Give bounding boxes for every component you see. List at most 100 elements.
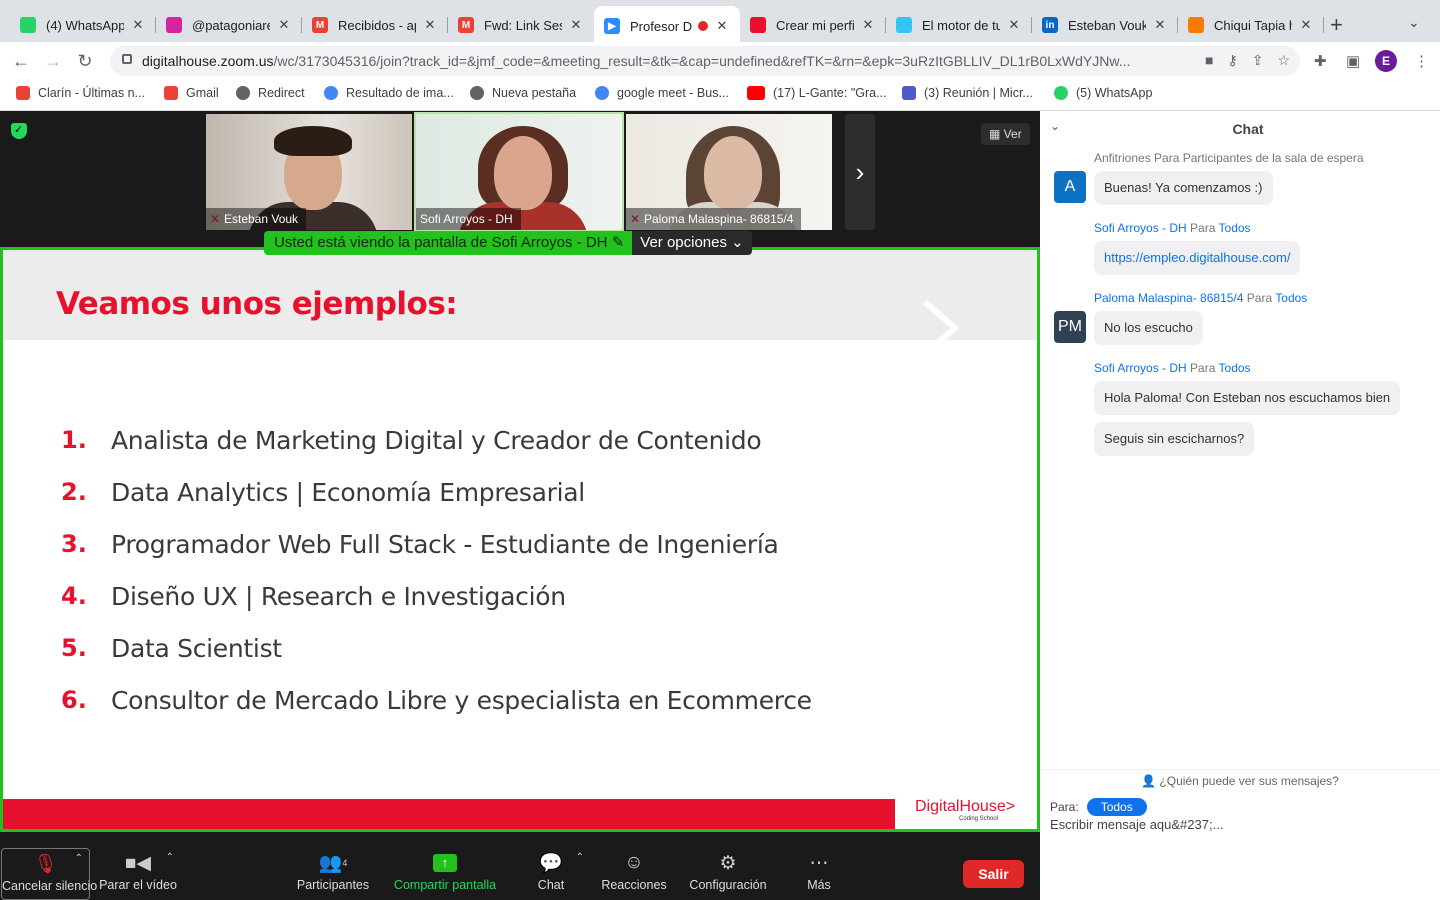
bookmark-label: (17) L-Gante: "Gra... [773, 86, 887, 100]
participant-name: Paloma Malaspina- 86815/4 [626, 208, 802, 230]
instagram-icon [166, 17, 182, 33]
settings-button[interactable]: ⚙ Configuración [684, 848, 772, 900]
who-sees-label: ¿Quién puede ver sus mensajes? [1159, 774, 1339, 788]
tab-chiqui[interactable]: Chiqui Tapia h ✕ [1178, 8, 1324, 42]
google-icon [324, 86, 338, 100]
bookmark-whatsapp[interactable]: (5) WhatsApp [1054, 86, 1152, 100]
close-icon[interactable]: ✕ [860, 17, 876, 33]
more-button[interactable]: ⋯ Más [798, 848, 840, 900]
participants-icon: 👥 4 [318, 853, 348, 874]
close-icon[interactable]: ✕ [714, 18, 730, 34]
message-to-word: Para [1246, 291, 1273, 305]
item-text: Programador Web Full Stack - Estudiante … [111, 529, 779, 559]
close-icon[interactable]: ✕ [422, 17, 438, 33]
bookmark-star-icon[interactable]: ☆ [1277, 52, 1290, 69]
back-icon[interactable]: ← [8, 48, 34, 74]
view-label: Ver [1003, 127, 1022, 141]
caret-up-icon[interactable]: ⌃ [166, 852, 174, 863]
close-icon[interactable]: ✕ [1298, 17, 1314, 33]
menu-icon[interactable]: ⋮ [1414, 52, 1429, 70]
stop-video-button[interactable]: ■◀ Parar el vídeo ⌃ [98, 848, 178, 900]
tab-linkedin[interactable]: in Esteban Vouk ✕ [1032, 8, 1178, 42]
share-banner-text: Usted está viendo la pantalla de Sofi Ar… [264, 231, 633, 255]
bookmark-gmail[interactable]: Gmail [164, 86, 219, 100]
message-sender[interactable]: Sofi Arroyos - DH [1094, 221, 1187, 235]
bookmark-youtube[interactable]: (17) L-Gante: "Gra... [747, 86, 887, 100]
chat-message-link[interactable]: https://empleo.digitalhouse.com/ [1094, 241, 1301, 275]
chat-button[interactable]: 💬 Chat ⌃ [528, 848, 584, 900]
bookmark-label: (3) Reunión | Micr... [924, 86, 1033, 100]
leave-button[interactable]: Salir [963, 860, 1024, 888]
bookmark-clarin[interactable]: Clarín - Últimas n... [16, 86, 145, 100]
tab-zoom-active[interactable]: ▶ Profesor D ✕ [594, 6, 740, 46]
unmute-button[interactable]: 🎙 Cancelar silencio ⌃ [1, 848, 97, 900]
message-sender[interactable]: Sofi Arroyos - DH [1094, 361, 1187, 375]
tab-digitalhouse[interactable]: Crear mi perfi ✕ [740, 8, 886, 42]
item-text: Data Analytics | Economía Empresarial [111, 477, 585, 507]
caret-up-icon[interactable]: ⌃ [576, 852, 584, 863]
participant-video-paloma[interactable]: ✕ Paloma Malaspina- 86815/4 [626, 114, 832, 230]
tab-search-icon[interactable]: ⌄ [1408, 14, 1420, 31]
view-button[interactable]: ▦ Ver [981, 123, 1030, 145]
bookmark-redirect[interactable]: Redirect [236, 86, 305, 100]
who-can-see-link[interactable]: 👤 ¿Quién puede ver sus mensajes? [1040, 769, 1440, 788]
recipient-label: Para: [1050, 800, 1079, 814]
message-recipient: Todos [1218, 221, 1251, 235]
extensions-icon[interactable]: ✚ [1314, 52, 1327, 70]
item-number: 3. [61, 530, 87, 558]
profile-avatar[interactable]: E [1375, 50, 1397, 72]
new-tab-button[interactable]: + [1330, 12, 1343, 38]
participants-button[interactable]: 👥 4 Participantes [292, 848, 374, 900]
bookmark-label: Gmail [186, 86, 219, 100]
item-number: 2. [61, 478, 87, 506]
message-sender[interactable]: Paloma Malaspina- 86815/4 [1094, 291, 1243, 305]
gear-icon: ⚙ [719, 852, 737, 874]
tab-gmail-inbox[interactable]: M Recibidos - ap ✕ [302, 8, 448, 42]
url-path: /wc/3173045316/join?track_id=&jmf_code=&… [273, 53, 1131, 69]
reload-icon[interactable]: ↻ [72, 48, 98, 74]
forward-icon[interactable]: → [40, 48, 66, 74]
close-icon[interactable]: ✕ [130, 17, 146, 33]
meeting-stage: ✕ Esteban Vouk Sofi Arroyos - DH ✕ Palom… [0, 111, 1040, 848]
item-text: Data Scientist [111, 633, 282, 663]
logo-text: DigitalHouse> [915, 798, 1016, 815]
screen-share-banner: Usted está viendo la pantalla de Sofi Ar… [264, 231, 752, 255]
camera-icon[interactable]: ■ [1205, 52, 1213, 69]
next-participants-button[interactable]: › [845, 114, 875, 230]
reactions-button[interactable]: ☺ Reacciones [598, 848, 670, 900]
share-screen-button[interactable]: ↑ Compartir pantalla [390, 848, 500, 900]
side-panel-icon[interactable]: ▣ [1346, 52, 1360, 70]
close-icon[interactable]: ✕ [568, 17, 584, 33]
share-icon[interactable]: ⇪ [1252, 52, 1264, 69]
key-icon[interactable]: ⚷ [1227, 52, 1237, 69]
close-icon[interactable]: ✕ [276, 17, 292, 33]
digitalhouse-logo: DigitalHouse> Coding School [915, 798, 1015, 822]
bookmark-resultado[interactable]: Resultado de ima... [324, 86, 454, 100]
ellipsis-icon: ⋯ [809, 852, 829, 874]
tab-whatsapp[interactable]: (4) WhatsApp ✕ [10, 8, 156, 42]
participant-video-esteban[interactable]: ✕ Esteban Vouk [206, 114, 412, 230]
close-icon[interactable]: ✕ [1006, 17, 1022, 33]
participant-video-sofi[interactable]: Sofi Arroyos - DH [414, 112, 624, 232]
bookmark-teams[interactable]: (3) Reunión | Micr... [902, 86, 1033, 100]
recipient-dropdown[interactable]: Todos [1086, 798, 1147, 816]
bookmark-google-meet[interactable]: google meet - Bus... [595, 86, 729, 100]
tab-instagram[interactable]: @patagoniare ✕ [156, 8, 302, 42]
caret-up-icon[interactable]: ⌃ [75, 853, 83, 864]
message-meta: Sofi Arroyos - DH Para Todos [1094, 361, 1251, 375]
url-text[interactable]: digitalhouse.zoom.us/wc/3173045316/join?… [142, 53, 1162, 69]
tab-slack[interactable]: El motor de tu ✕ [886, 8, 1032, 42]
digitalhouse-icon [750, 17, 766, 33]
bookmark-label: Clarín - Últimas n... [38, 86, 145, 100]
chat-bubble-icon: 💬 [539, 853, 563, 874]
settings-label: Configuración [689, 878, 767, 892]
chat-message-input[interactable] [1050, 817, 1430, 832]
chevron-logo-icon [923, 299, 960, 357]
bookmark-label: google meet - Bus... [617, 86, 729, 100]
close-icon[interactable]: ✕ [1152, 17, 1168, 33]
address-bar[interactable]: digitalhouse.zoom.us/wc/3173045316/join?… [110, 46, 1300, 76]
bookmark-nueva-pestana[interactable]: Nueva pestaña [470, 86, 576, 100]
view-options-button[interactable]: Ver opciones ⌄ [632, 231, 752, 255]
security-shield-icon[interactable] [11, 123, 27, 139]
tab-gmail-fwd[interactable]: M Fwd: Link Sesi ✕ [448, 8, 594, 42]
